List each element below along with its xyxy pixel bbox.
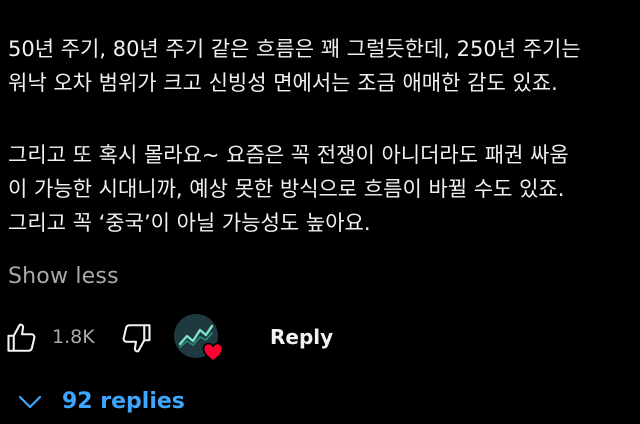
reply-button[interactable]: Reply	[270, 322, 333, 352]
comment-line: 그리고 또 혹시 몰라요~ 요즘은 꼭 전쟁이 아니더라도 패권 싸움	[8, 143, 569, 167]
like-button[interactable]	[2, 318, 42, 358]
chevron-down-icon	[18, 395, 42, 409]
comment-text: 50년 주기, 80년 주기 같은 흐름은 꽤 그럴듯한데, 250년 주기는 …	[8, 32, 636, 240]
like-count: 1.8K	[52, 326, 95, 348]
thumbs-up-icon	[7, 323, 36, 352]
view-replies-button[interactable]: 92 replies	[0, 384, 300, 420]
show-less-button[interactable]: Show less	[8, 261, 119, 293]
comment-line: 50년 주기, 80년 주기 같은 흐름은 꽤 그럴듯한데, 250년 주기는	[8, 37, 581, 61]
comment-line: 워낙 오차 범위가 크고 신빙성 면에서는 조금 애매한 감도 있죠.	[8, 71, 558, 95]
heart-icon	[202, 342, 224, 363]
replies-count-label: 92 replies	[62, 389, 185, 414]
comment-line: 이 가능한 시대니까, 예상 못한 방식으로 흐름이 바뀔 수도 있죠.	[8, 177, 565, 201]
creator-heart-avatar	[174, 314, 224, 363]
comment-line: 그리고 꼭 ‘중국’이 아닐 가능성도 높아요.	[8, 211, 371, 235]
thumbs-down-icon	[122, 324, 151, 353]
dislike-button[interactable]	[116, 318, 156, 358]
comment-action-bar: 1.8K Reply	[0, 312, 640, 363]
